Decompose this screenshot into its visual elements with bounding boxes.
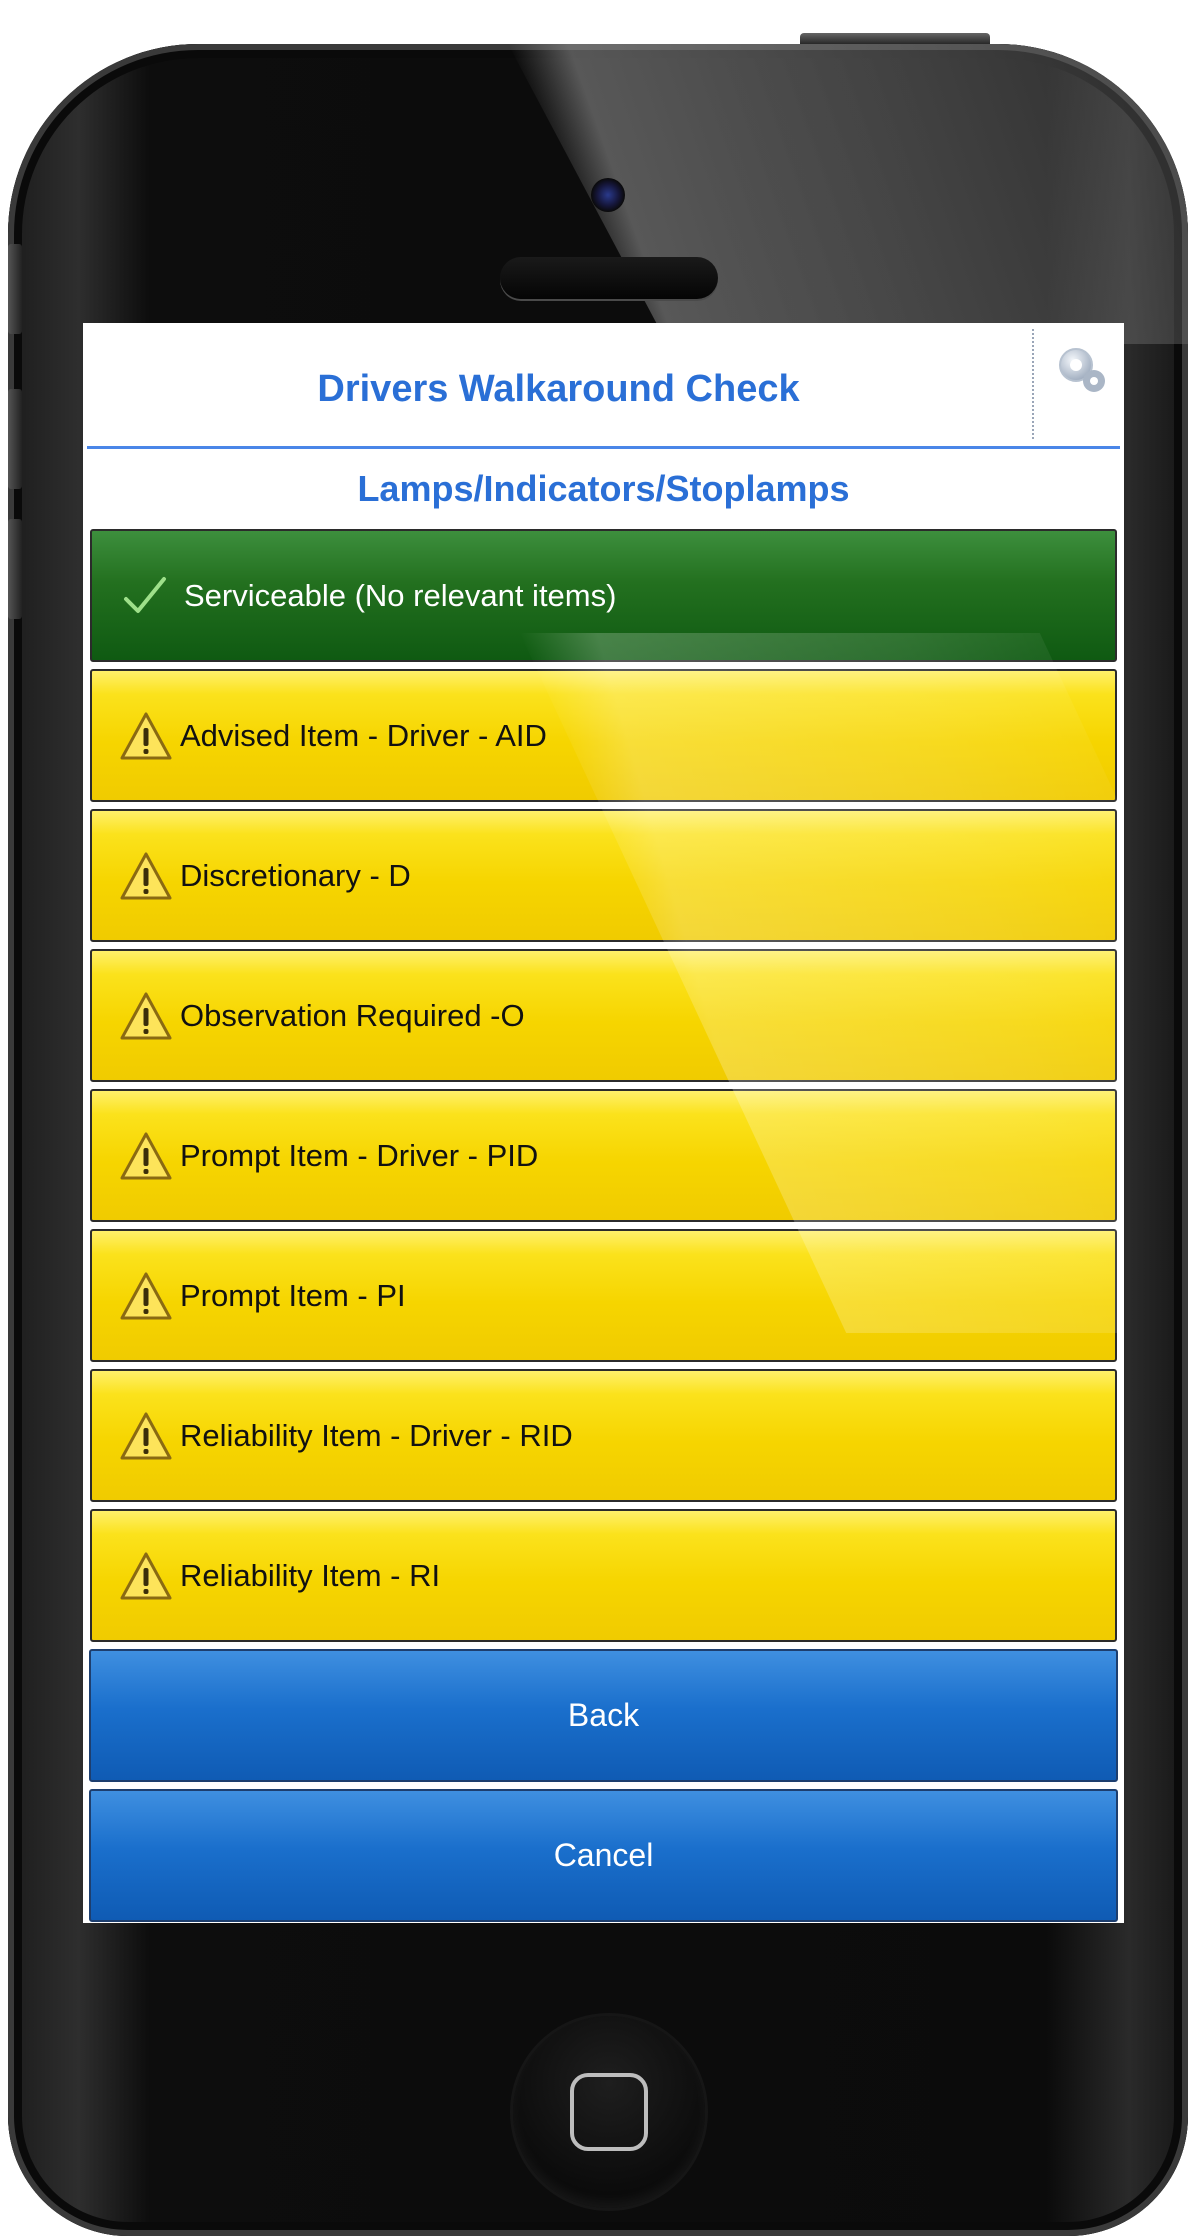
home-button[interactable] bbox=[513, 2016, 705, 2208]
option-reliability-item[interactable]: Reliability Item - RI bbox=[90, 1509, 1117, 1642]
option-label: Reliability Item - RI bbox=[180, 1557, 441, 1593]
warning-triangle-icon bbox=[120, 1272, 172, 1319]
option-reliability-item-driver[interactable]: Reliability Item - Driver - RID bbox=[90, 1369, 1117, 1502]
warning-triangle-icon bbox=[120, 1552, 172, 1599]
option-list: Serviceable (No relevant items) Advised … bbox=[83, 529, 1124, 1922]
option-serviceable[interactable]: Serviceable (No relevant items) bbox=[90, 529, 1117, 662]
back-button[interactable]: Back bbox=[89, 1649, 1118, 1782]
warning-triangle-icon bbox=[120, 1132, 172, 1179]
cancel-button[interactable]: Cancel bbox=[89, 1789, 1118, 1922]
option-label: Reliability Item - Driver - RID bbox=[180, 1417, 573, 1453]
option-label: Prompt Item - Driver - PID bbox=[180, 1137, 539, 1173]
earpiece-speaker bbox=[500, 257, 718, 299]
warning-triangle-icon bbox=[120, 992, 172, 1039]
header-underline bbox=[87, 446, 1120, 449]
option-label: Serviceable (No relevant items) bbox=[184, 577, 617, 613]
section-title: Lamps/Indicators/Stoplamps bbox=[357, 468, 850, 509]
option-prompt-item[interactable]: Prompt Item - PI bbox=[90, 1229, 1117, 1362]
option-advised-item-driver[interactable]: Advised Item - Driver - AID bbox=[90, 669, 1117, 802]
option-label: Prompt Item - PI bbox=[180, 1277, 406, 1313]
app-screen: Drivers Walkaround Check Lamps/Indicator… bbox=[83, 323, 1124, 1923]
stage: Drivers Walkaround Check Lamps/Indicator… bbox=[0, 0, 1197, 2236]
header-divider bbox=[1032, 329, 1034, 439]
volume-up-button bbox=[8, 389, 22, 489]
option-observation-required[interactable]: Observation Required -O bbox=[90, 949, 1117, 1082]
app-header: Drivers Walkaround Check bbox=[83, 323, 1124, 449]
mute-switch bbox=[8, 244, 22, 334]
volume-down-button bbox=[8, 519, 22, 619]
warning-triangle-icon bbox=[120, 712, 172, 759]
warning-triangle-icon bbox=[120, 1412, 172, 1459]
option-label: Discretionary - D bbox=[180, 857, 411, 893]
option-prompt-item-driver[interactable]: Prompt Item - Driver - PID bbox=[90, 1089, 1117, 1222]
option-discretionary[interactable]: Discretionary - D bbox=[90, 809, 1117, 942]
checkmark-icon bbox=[124, 576, 166, 613]
warning-triangle-icon bbox=[120, 852, 172, 899]
home-square-icon bbox=[570, 2073, 648, 2151]
settings-gear-icon bbox=[1059, 348, 1105, 392]
settings-button[interactable] bbox=[1052, 341, 1112, 401]
app-title: Drivers Walkaround Check bbox=[317, 368, 800, 410]
option-label: Advised Item - Driver - AID bbox=[180, 717, 547, 753]
front-camera bbox=[591, 178, 625, 212]
option-label: Observation Required -O bbox=[180, 997, 525, 1033]
